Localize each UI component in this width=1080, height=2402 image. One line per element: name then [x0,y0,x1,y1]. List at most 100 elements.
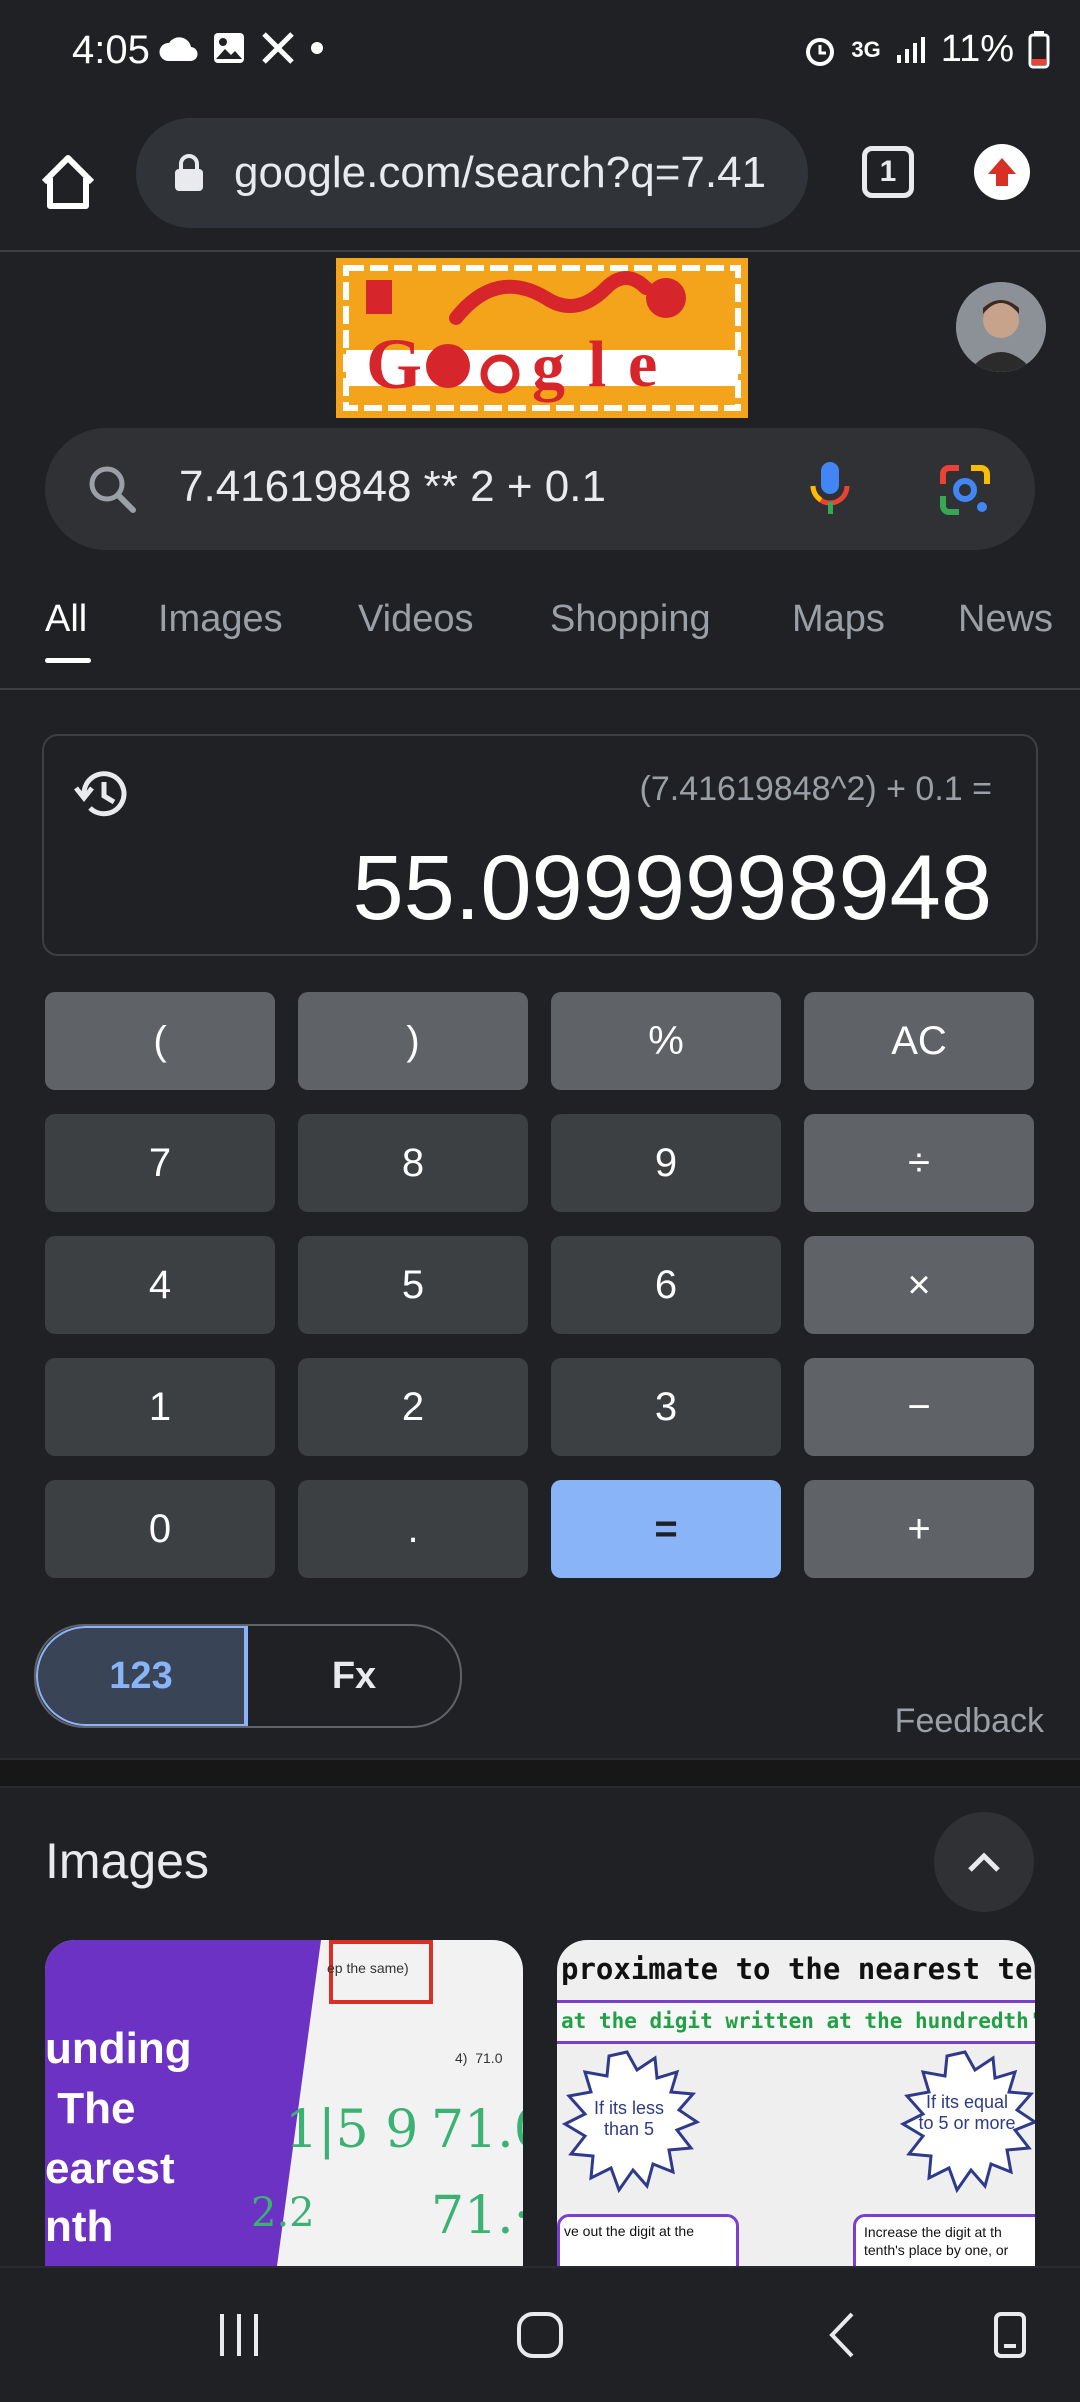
dot-icon [311,42,323,54]
alarm-icon [806,37,835,66]
thumb1-line-4: nth [45,2202,114,2251]
thumb2-right-box-text: Increase the digit at th tenth's place b… [864,2224,1009,2258]
browser-toolbar: google.com/search?q=7.41 1 [0,110,1080,252]
key-equals[interactable]: = [551,1480,781,1578]
thumb2-left-box-text: ve out the digit at the [564,2223,694,2239]
back-icon[interactable] [822,2308,862,2362]
thumb1-small: 4) 71.0 [455,2050,503,2066]
chevron-up-icon [968,1852,1000,1872]
thumb2-right-box: Increase the digit at th tenth's place b… [853,2214,1035,2266]
svg-text:G: G [366,324,422,404]
key-plus[interactable]: + [804,1480,1034,1578]
home-icon[interactable] [36,150,100,214]
tools-icon [262,32,294,64]
key-9[interactable]: 9 [551,1114,781,1212]
tab-images[interactable]: Images [158,598,283,641]
key-8[interactable]: 8 [298,1114,528,1212]
tab-switcher-button[interactable]: 1 [862,146,914,198]
search-tabs: All Images Videos Shopping Maps News [0,580,1080,690]
key-minus[interactable]: − [804,1358,1034,1456]
tab-maps[interactable]: Maps [792,598,885,641]
address-bar[interactable]: google.com/search?q=7.41 [136,118,808,228]
key-multiply[interactable]: × [804,1236,1034,1334]
home-nav-icon[interactable] [514,2308,566,2362]
image-result-1[interactable]: unding The earest nth ep the same) 4) 71… [45,1940,523,2266]
status-bar: 4:05 3G 11% [0,0,1080,110]
mode-scientific-button[interactable]: Fx [248,1626,460,1726]
key-5[interactable]: 5 [298,1236,528,1334]
search-box[interactable]: 7.41619848 ** 2 + 0.1 [45,428,1035,550]
thumb2-subtitle: at the digit written at the hundredth's … [561,2009,1035,2033]
key-2[interactable]: 2 [298,1358,528,1456]
calculator-result: 55.0999998948 [352,837,992,939]
key-divide[interactable]: ÷ [804,1114,1034,1212]
keyboard-toggle-icon[interactable] [990,2308,1030,2362]
key-7[interactable]: 7 [45,1114,275,1212]
account-avatar[interactable] [956,282,1046,372]
signal-icon [896,36,925,63]
tab-shopping[interactable]: Shopping [550,598,711,641]
images-section-title: Images [45,1833,209,1889]
key-decimal[interactable]: . [298,1480,528,1578]
status-system-icons: 3G 11% [803,28,1050,71]
svg-text:l: l [588,328,606,401]
thumb1-line-3: earest [45,2144,175,2193]
search-query[interactable]: 7.41619848 ** 2 + 0.1 [179,462,606,512]
thumb1-hand-4: 71.· [431,2186,523,2246]
image-result-2[interactable]: proximate to the nearest tenth at the di… [557,1940,1035,2266]
calculator-mode-toggle: 123 Fx [34,1624,462,1728]
chrome-update-button[interactable] [974,144,1030,200]
battery-percent: 11% [940,28,1014,70]
search-icon [89,466,136,513]
google-doodle-logo[interactable]: G g l e [336,258,748,418]
lock-icon [175,154,203,191]
thumb1-line-2: The [45,2084,136,2133]
svg-text:g: g [532,330,565,403]
arrow-up-icon [988,158,1016,186]
history-icon[interactable] [72,766,132,822]
thumb1-line-1: unding [45,2024,192,2073]
thumb2-subtitle-band: at the digit written at the hundredth's … [557,2000,1035,2044]
key-6[interactable]: 6 [551,1236,781,1334]
google-lens-icon[interactable] [937,462,993,518]
collapse-images-button[interactable] [934,1812,1034,1912]
cloud-icon [159,37,198,62]
recent-apps-icon[interactable] [214,2308,264,2362]
tab-all[interactable]: All [45,598,87,641]
battery-low-icon [1028,30,1050,68]
calculator-expression: (7.41619848^2) + 0.1 = [639,770,992,808]
feedback-link[interactable]: Feedback [895,1702,1044,1741]
key-4[interactable]: 4 [45,1236,275,1334]
network-type: 3G [851,36,881,62]
thumb1-hand-3: 2.2 [251,2190,315,2236]
voice-search-icon[interactable] [807,460,853,518]
thumb1-hand-1: 1|5 9 [285,2100,419,2160]
gallery-icon [214,33,244,63]
tab-videos[interactable]: Videos [358,598,474,641]
active-tab-indicator [45,658,91,663]
status-time: 4:05 [72,28,150,72]
thumb2-title: proximate to the nearest tenth [561,1952,1035,1986]
thumb1-note: ep the same) [327,1960,409,1976]
thumb2-left-box: ve out the digit at the [557,2214,739,2266]
tab-count: 1 [879,155,897,188]
key-close-paren[interactable]: ) [298,992,528,1090]
url-text: google.com/search?q=7.41 [234,148,767,197]
svg-text:e: e [628,328,657,401]
thumb2-left-burst-text: If its less than 5 [593,2098,664,2139]
section-divider [0,1758,1080,1788]
status-notification-icons [158,30,324,66]
key-percent[interactable]: % [551,992,781,1090]
avatar-photo [956,282,1046,372]
key-1[interactable]: 1 [45,1358,275,1456]
thumb2-right-burst-text: If its equal to 5 or more [918,2092,1016,2133]
mode-basic-button[interactable]: 123 [36,1626,248,1726]
system-navigation-bar [0,2266,1080,2402]
key-open-paren[interactable]: ( [45,992,275,1090]
thumb1-hand-2: 71.0 [431,2100,523,2160]
key-0[interactable]: 0 [45,1480,275,1578]
tab-news[interactable]: News [958,598,1053,641]
key-all-clear[interactable]: AC [804,992,1034,1090]
key-3[interactable]: 3 [551,1358,781,1456]
calculator-display: (7.41619848^2) + 0.1 = 55.0999998948 [42,734,1038,956]
